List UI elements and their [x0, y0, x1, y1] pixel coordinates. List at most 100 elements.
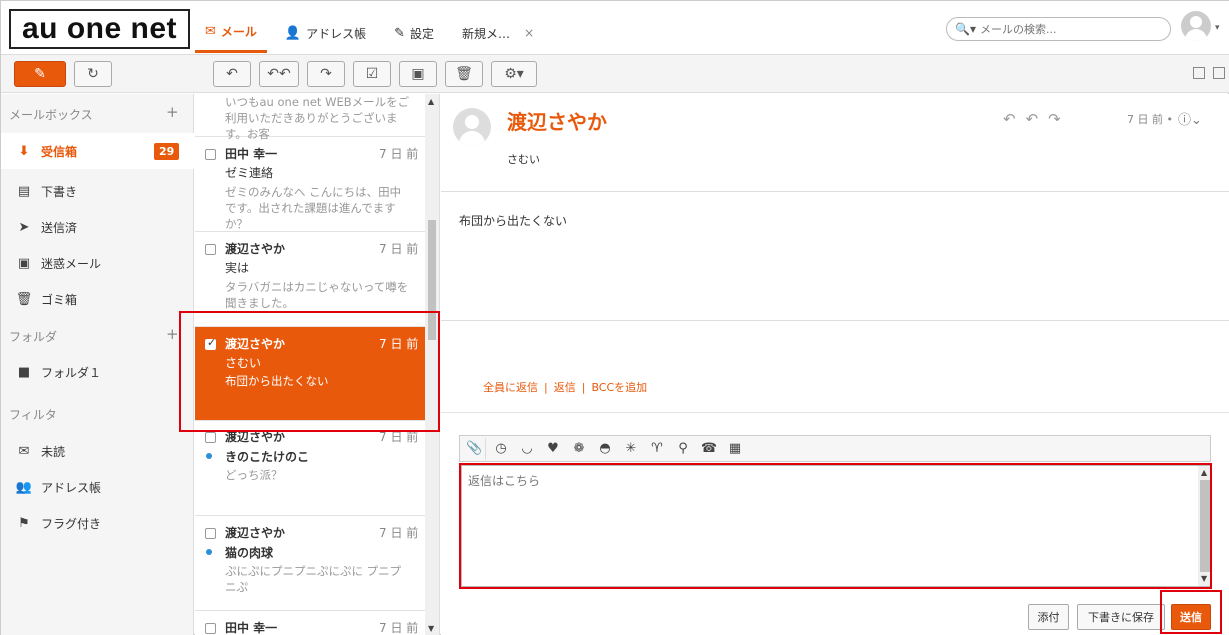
message-preview: どっち派？ [225, 468, 283, 482]
settings-dropdown-button[interactable]: ⚙▾ [491, 61, 537, 87]
food-icon[interactable]: ◓ [594, 438, 616, 460]
mailbox-header: メールボックス [9, 108, 93, 122]
scroll-up-icon[interactable]: ▲ [428, 97, 434, 106]
reply-links: 全員に返信 | 返信 | BCCを追加 [483, 379, 647, 395]
folder-header: フォルダ [9, 330, 58, 344]
message-date: 7 日 前 [379, 621, 419, 635]
main-tabs: ✉ メール 👤 アドレス帳 ✎ 設定 新規メ… × [195, 13, 552, 53]
sidebar-item-sent[interactable]: ➤ 送信済 [1, 209, 194, 245]
spam-icon: ▣ [411, 66, 425, 82]
sidebar-item-trash[interactable]: 🗑 ゴミ箱 [1, 281, 194, 317]
split-view-icon[interactable] [1193, 67, 1205, 79]
qr-icon[interactable]: ▦ [724, 438, 746, 460]
drafts-icon: ▤ [17, 183, 31, 199]
sparkle-icon[interactable]: ✳ [620, 438, 642, 460]
address-book-icon: 👤 [284, 25, 302, 41]
message-checkbox[interactable] [205, 528, 216, 539]
clock-icon[interactable]: ◷ [490, 438, 512, 460]
sidebar-item-drafts[interactable]: ▤ 下書き [1, 173, 194, 209]
tab-new-mail[interactable]: 新規メ… × [452, 13, 544, 53]
compose-button[interactable]: ✎ [14, 61, 66, 87]
sidebar-item-label: ゴミ箱 [41, 292, 78, 307]
divider [441, 412, 1229, 413]
sidebar-item-label: フォルダ１ [41, 365, 102, 380]
delete-button[interactable]: 🗑 [445, 61, 483, 87]
unread-count-badge: 29 [154, 143, 180, 160]
shirt-icon[interactable]: ♈ [646, 438, 668, 460]
dog-icon[interactable]: ❁ [568, 438, 590, 460]
message-checkbox[interactable] [205, 244, 216, 255]
message-sender: 渡辺さやか [225, 242, 286, 256]
reply-all-link[interactable]: 全員に返信 [483, 381, 538, 394]
sidebar-item-label: 下書き [41, 184, 78, 199]
sidebar-item-unread[interactable]: ✉ 未読 [1, 433, 194, 469]
reply-icon: ↶ [226, 66, 238, 82]
sidebar-item-spam[interactable]: ▣ 迷惑メール [1, 245, 194, 281]
divider [441, 320, 1229, 321]
refresh-button[interactable]: ↻ [74, 61, 112, 87]
bicycle-icon[interactable]: ⚲ [672, 438, 694, 460]
reply-button[interactable]: ↶ [213, 61, 251, 87]
search-icon[interactable]: 🔍▾ [955, 22, 976, 36]
message-preview: タラバガニはカニじゃないって噂を聞きました。 [225, 280, 409, 310]
scroll-down-icon[interactable]: ▼ [428, 624, 434, 633]
tab-mail[interactable]: ✉ メール [195, 13, 267, 53]
message-date: 7 日 前 • [1127, 113, 1173, 126]
sidebar-item-inbox[interactable]: ⬇ 受信箱 29 [1, 133, 194, 169]
add-mailbox-icon[interactable]: + [166, 103, 179, 121]
add-folder-icon[interactable]: + [166, 325, 179, 343]
message-checkbox[interactable] [205, 623, 216, 634]
logo[interactable]: au one net [9, 9, 190, 49]
highlight-box [459, 463, 1212, 589]
refresh-icon: ↻ [87, 66, 99, 82]
list-item[interactable]: 渡辺さやか 7 日 前 きのこたけのこ どっち派？ [195, 422, 425, 516]
message-subject: きのこたけのこ [225, 450, 310, 464]
tab-address-book[interactable]: 👤 アドレス帳 [275, 13, 376, 53]
pencil-icon: ✎ [34, 66, 46, 82]
message-header: 渡辺さやか さむい ↶↶↷ 7 日 前 • ⓘ⌄ [441, 94, 1229, 192]
message-checkbox[interactable] [205, 149, 216, 160]
forward-button[interactable]: ↷ [307, 61, 345, 87]
attach-button[interactable]: 添付 [1028, 604, 1069, 630]
close-icon[interactable]: × [524, 26, 534, 40]
full-view-icon[interactable] [1213, 67, 1225, 79]
message-checkbox[interactable] [205, 432, 216, 443]
message-sender: 渡辺さやか [225, 526, 286, 540]
list-item[interactable]: 渡辺さやか 7 日 前 猫の肉球 ぷにぷにプニプニぷにぷに プニプニぷ [195, 516, 425, 611]
add-bcc-link[interactable]: BCCを追加 [591, 381, 647, 394]
mark-button[interactable]: ☑ [353, 61, 391, 87]
unread-dot [206, 549, 212, 555]
forward-icon[interactable]: ↷ [1048, 110, 1071, 128]
toolbar: ✎ ↻ ↶ ↶↶ ↷ ☑ ▣ 🗑 ⚙▾ [1, 55, 1229, 93]
smile-icon[interactable]: ◡ [516, 438, 538, 460]
chevron-down-icon[interactable]: ▾ [1215, 23, 1220, 33]
list-item[interactable]: いつもau one net WEBメールをご利用いただきありがとうございます。お… [195, 94, 425, 141]
list-item[interactable]: 田中 幸一 7 日 前 ゼミ連絡 ゼミのみんなへ こんにちは、田中です。出された… [195, 137, 425, 232]
message-date: 7 日 前 [379, 242, 419, 256]
reply-link[interactable]: 返信 [554, 381, 576, 394]
search-input[interactable] [979, 22, 1160, 36]
info-icon[interactable]: ⓘ⌄ [1178, 109, 1202, 128]
spam-icon: ▣ [17, 255, 31, 271]
save-draft-button[interactable]: 下書きに保存 [1077, 604, 1165, 630]
spam-button[interactable]: ▣ [399, 61, 437, 87]
attachment-icon[interactable]: 📎 [464, 437, 486, 460]
sidebar-item-label: フラグ付き [41, 516, 102, 531]
sidebar-item-contacts[interactable]: 👥 アドレス帳 [1, 469, 194, 505]
separator: | [581, 381, 586, 394]
sent-icon: ➤ [18, 219, 30, 235]
list-item[interactable]: 田中 幸一 7 日 前 [195, 611, 425, 635]
reply-all-icon[interactable]: ↶ [1026, 110, 1049, 128]
tab-new-mail-label: 新規メ… [462, 26, 511, 41]
avatar[interactable] [1181, 11, 1211, 41]
editor-toolbar: 📎 ◷ ◡ ♥ ❁ ◓ ✳ ♈ ⚲ ☎ ▦ [459, 435, 1211, 462]
message-subject-line: さむい [507, 153, 540, 166]
search-box[interactable]: 🔍▾ [946, 17, 1171, 41]
sidebar-item-folder1[interactable]: ■ フォルダ１ [1, 354, 194, 390]
sidebar-item-flagged[interactable]: ⚑ フラグ付き [1, 505, 194, 541]
phone-icon[interactable]: ☎ [698, 438, 720, 460]
reply-icon[interactable]: ↶ [1003, 110, 1026, 128]
reply-all-button[interactable]: ↶↶ [259, 61, 299, 87]
tab-settings[interactable]: ✎ 設定 [384, 13, 444, 53]
heart-icon[interactable]: ♥ [542, 438, 564, 460]
